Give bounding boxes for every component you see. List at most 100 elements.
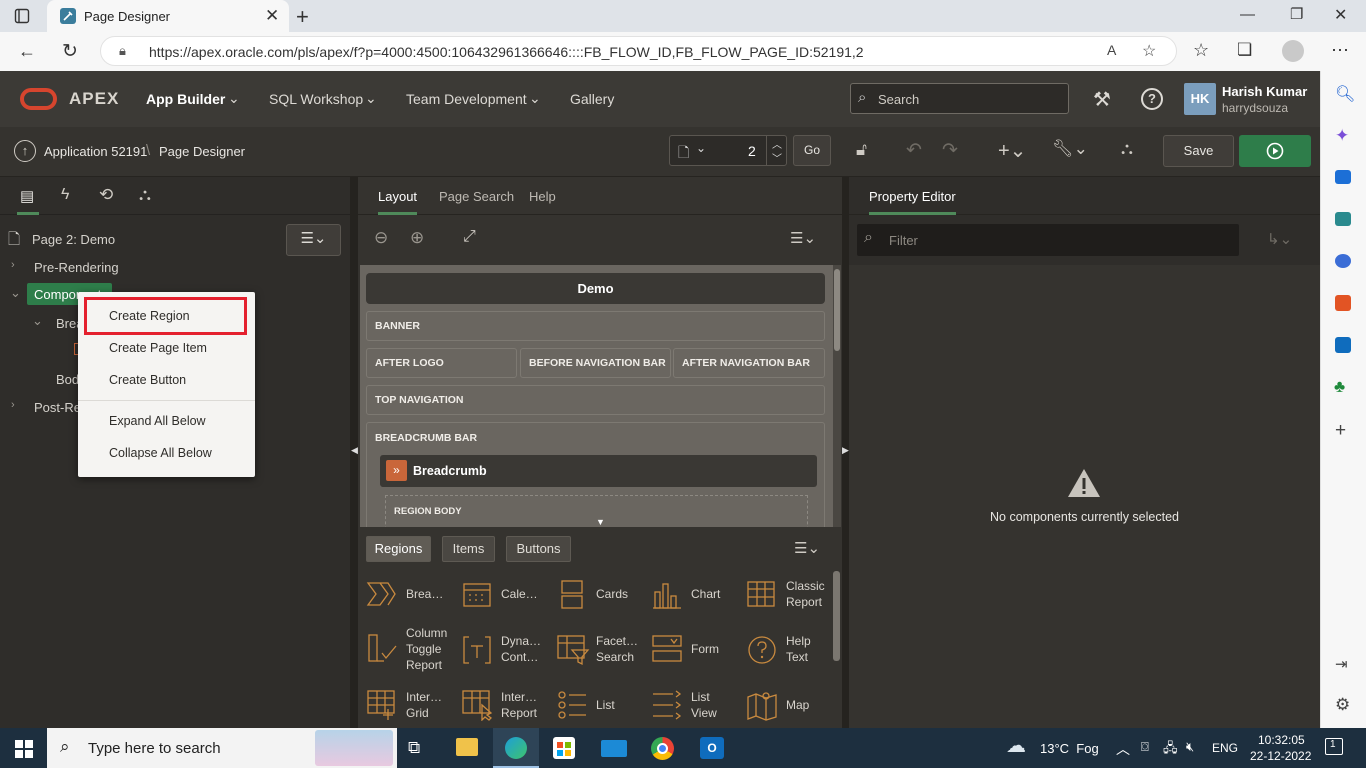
windows-start-icon[interactable] (15, 740, 33, 758)
create-menu-icon[interactable]: +⌄ (998, 138, 1026, 163)
add-sidebar-icon[interactable]: + (1335, 420, 1346, 442)
filter-input[interactable]: ⌕ Filter (857, 224, 1239, 256)
gallery-item-interactive-report[interactable]: Inter… Report (461, 688, 549, 724)
outlook-icon[interactable] (1335, 337, 1351, 353)
gallery-item-cards[interactable]: Cards (558, 578, 646, 610)
tree-icon[interactable]: ♣ (1334, 377, 1345, 397)
store-icon[interactable] (553, 737, 575, 759)
tag-icon[interactable] (1335, 170, 1351, 184)
page-number-input[interactable]: 2 (748, 143, 756, 159)
slot-after-navigation-bar[interactable]: AFTER NAVIGATION BAR (673, 348, 825, 378)
menu-app-builder[interactable]: App Builder (146, 91, 225, 107)
notifications-icon[interactable]: 1 (1325, 738, 1343, 755)
gallery-tab-buttons[interactable]: Buttons (506, 536, 571, 562)
restore-icon[interactable]: ❐ (1290, 5, 1303, 23)
url-field[interactable]: 🔒︎ https://apex.oracle.com/pls/apex/f?p=… (100, 36, 1177, 66)
tab-page-search[interactable]: Page Search (439, 189, 514, 204)
gallery-item-dynamic-content[interactable]: Dyna… Cont… (461, 632, 549, 668)
menu-team-development[interactable]: Team Development (406, 91, 527, 107)
network-icon[interactable]: 🖧︎ (1163, 739, 1178, 761)
favorite-add-icon[interactable]: ☆ (1142, 41, 1156, 61)
processing-icon[interactable]: ⟲ (99, 185, 113, 205)
search-input[interactable]: ⌕ Search (850, 83, 1069, 114)
menu-create-page-item[interactable]: Create Page Item (78, 332, 255, 364)
gallery-item-list[interactable]: List (556, 688, 644, 724)
slot-banner[interactable]: BANNER (366, 311, 825, 341)
settings-gear-icon[interactable]: ⚙ (1335, 695, 1350, 715)
save-button[interactable]: Save (1163, 135, 1234, 167)
search-icon[interactable]: 🔍︎ (1335, 84, 1355, 104)
task-view-icon[interactable]: ⧉ (408, 738, 420, 758)
run-page-button[interactable] (1239, 135, 1311, 167)
profile-icon[interactable] (1282, 40, 1304, 62)
slot-breadcrumb-bar[interactable]: BREADCRUMB BAR » Breadcrumb REGION BODY (366, 422, 825, 527)
chevron-down-icon[interactable]: ⌄ (10, 285, 21, 301)
tools-icon[interactable] (1335, 212, 1351, 226)
file-explorer-icon[interactable] (456, 738, 478, 756)
go-to-group-icon[interactable]: ↳⌄ (1267, 230, 1292, 248)
tree-page-title[interactable]: Page 2: Demo (32, 232, 115, 247)
shared-components-icon[interactable]: ⛬ (1121, 139, 1133, 159)
hide-sidebar-icon[interactable]: ⇥ (1335, 655, 1348, 673)
tab-rendering[interactable]: ▤ (17, 186, 39, 215)
meet-now-icon[interactable]: ⌼ (1141, 739, 1149, 755)
gallery-item-faceted-search[interactable]: Facet… Search (556, 632, 644, 668)
slot-before-navigation-bar[interactable]: BEFORE NAVIGATION BAR (520, 348, 671, 378)
left-splitter[interactable]: ◀ (350, 177, 358, 728)
gallery-tab-items[interactable]: Items (442, 536, 495, 562)
canvas-scrollbar[interactable] (833, 265, 841, 527)
breadcrumb-application[interactable]: Application 52191 (44, 144, 147, 159)
menu-expand-all-below[interactable]: Expand All Below (78, 405, 255, 437)
chevron-down-icon[interactable]: ﹀ (772, 150, 782, 165)
menu-sql-workshop[interactable]: SQL Workshop (269, 91, 363, 107)
back-icon[interactable]: ← (18, 41, 36, 62)
right-splitter[interactable]: ▶ (842, 177, 849, 728)
tab-property-editor[interactable]: Property Editor (869, 189, 956, 215)
office-icon[interactable] (1335, 295, 1351, 311)
tray-chevron-up-icon[interactable]: ︿ (1116, 739, 1130, 759)
scroll-down-icon[interactable]: ▼ (596, 517, 605, 527)
tab-layout[interactable]: Layout (378, 189, 418, 215)
up-arrow-icon[interactable]: ↑ (14, 140, 36, 162)
gallery-item-interactive-grid[interactable]: Inter… Grid (366, 688, 454, 724)
chevron-right-icon[interactable]: › (11, 259, 15, 271)
tab-help[interactable]: Help (529, 189, 556, 204)
mail-icon[interactable] (601, 740, 627, 757)
slot-top-navigation[interactable]: TOP NAVIGATION (366, 385, 825, 415)
gallery-item-breadcrumb[interactable]: Brea… (366, 578, 454, 610)
clock-time[interactable]: 10:32:05 (1258, 733, 1305, 747)
gallery-item-calendar[interactable]: Cale… (461, 578, 549, 610)
menu-collapse-all-below[interactable]: Collapse All Below (78, 437, 255, 469)
user-name[interactable]: Harish Kumar (1222, 84, 1307, 99)
avatar[interactable]: HK (1184, 83, 1216, 115)
gallery-item-form[interactable]: Form (651, 632, 739, 668)
zoom-in-icon[interactable]: ⊕ (410, 228, 424, 248)
gallery-item-list-view[interactable]: List View (651, 688, 739, 724)
clock-date[interactable]: 22-12-2022 (1250, 749, 1311, 763)
new-tab-icon[interactable]: + (296, 4, 309, 30)
minimize-icon[interactable]: — (1240, 6, 1255, 23)
expand-icon[interactable]: ⤢ (463, 228, 476, 246)
zoom-out-icon[interactable]: ⊖ (374, 228, 388, 248)
help-icon[interactable]: ? (1141, 88, 1163, 110)
page-selector[interactable]: 🗋︎ ⌄ 2 ︿ ﹀ (669, 135, 787, 166)
favorites-icon[interactable]: ☆ (1193, 40, 1209, 61)
go-button[interactable]: Go (793, 135, 831, 166)
browser-tab[interactable]: Page Designer ✕ (47, 0, 289, 32)
taskbar-search[interactable]: ⌕ Type here to search (47, 728, 397, 768)
chevron-up-icon[interactable]: ︿ (772, 136, 782, 151)
oracle-logo-icon[interactable] (20, 88, 57, 110)
gallery-item-help-text[interactable]: Help Text (746, 632, 834, 668)
collections-icon[interactable]: ❏ (1237, 40, 1252, 60)
admin-tools-icon[interactable]: ⚒ (1093, 87, 1111, 112)
close-tab-icon[interactable]: ✕ (265, 6, 279, 26)
read-aloud-icon[interactable]: A (1107, 42, 1116, 58)
layout-menu-icon[interactable]: ☰⌄ (790, 229, 816, 247)
chrome-icon[interactable] (651, 737, 674, 760)
gallery-tab-regions[interactable]: Regions (366, 536, 431, 562)
gallery-item-classic-report[interactable]: Classic Report (746, 577, 834, 611)
copilot-icon[interactable]: ✦ (1335, 126, 1349, 146)
chevron-down-icon[interactable]: ⌄ (32, 313, 43, 329)
shared-components-tab-icon[interactable]: ⛬ (139, 185, 151, 205)
gallery-item-column-toggle-report[interactable]: Column Toggle Report (366, 625, 454, 673)
